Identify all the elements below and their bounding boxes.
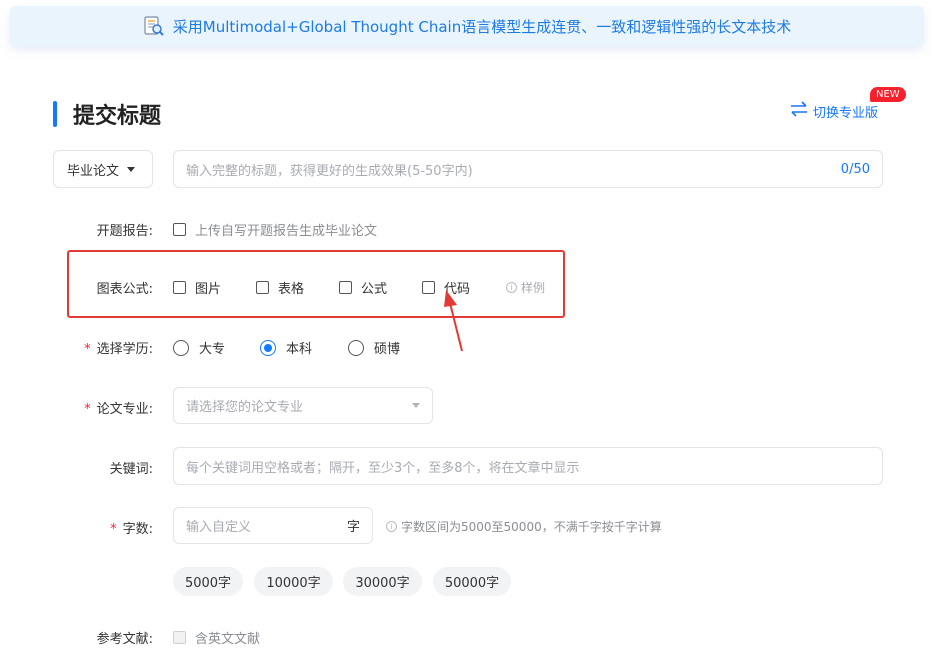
word-count-placeholder: 输入自定义 bbox=[186, 520, 252, 535]
paper-type-select[interactable]: 毕业论文 bbox=[53, 150, 153, 188]
word-count-hint-text: 字数区间为5000至50000，不满千字按千字计算 bbox=[401, 520, 662, 534]
option-image-label: 图片 bbox=[195, 282, 222, 297]
title-input[interactable]: 输入完整的标题，获得更好的生成效果(5-50字内) 0/50 bbox=[173, 150, 883, 188]
title-accent-bar bbox=[53, 101, 57, 127]
required-asterisk: * bbox=[84, 402, 91, 417]
checkbox-box[interactable] bbox=[173, 223, 186, 236]
keywords-placeholder: 每个关键词用空格或者；隔开，至少3个，至多8个，将在文章中显示 bbox=[186, 460, 580, 476]
radio-associate-label: 大专 bbox=[199, 342, 226, 357]
checkbox-box[interactable] bbox=[422, 281, 435, 294]
checkbox-box[interactable] bbox=[173, 631, 186, 644]
page-title: 提交标题 bbox=[73, 104, 162, 129]
title-char-counter: 0/50 bbox=[840, 161, 870, 177]
option-table-label: 表格 bbox=[278, 282, 305, 297]
preset-5000-chip[interactable]: 5000字 bbox=[173, 567, 243, 596]
chevron-down-icon bbox=[412, 403, 420, 408]
option-code-label: 代码 bbox=[444, 282, 471, 297]
english-refs-label: 含英文文献 bbox=[195, 632, 261, 647]
radio-bachelor-label: 本科 bbox=[286, 342, 313, 357]
radio-dot-selected[interactable] bbox=[260, 339, 276, 356]
radio-graduate-label: 硕博 bbox=[374, 342, 401, 357]
education-label: * 选择学历: bbox=[84, 342, 153, 357]
major-label: * 论文专业: bbox=[84, 402, 153, 417]
option-formula-label: 公式 bbox=[361, 282, 388, 297]
preset-30000-chip[interactable]: 30000字 bbox=[343, 567, 422, 596]
major-placeholder: 请选择您的论文专业 bbox=[186, 400, 304, 415]
keywords-input[interactable]: 每个关键词用空格或者；隔开，至少3个，至多8个，将在文章中显示 bbox=[173, 447, 883, 485]
info-icon: i bbox=[386, 521, 397, 532]
word-count-unit: 字 bbox=[346, 520, 360, 535]
word-count-hint: i 字数区间为5000至50000，不满千字按千字计算 bbox=[386, 518, 662, 535]
figures-label: 图表公式: bbox=[96, 282, 153, 297]
info-icon: i bbox=[506, 282, 517, 293]
document-search-icon bbox=[143, 15, 165, 37]
radio-associate[interactable]: 大专 bbox=[173, 338, 225, 357]
radio-dot[interactable] bbox=[348, 339, 364, 356]
word-count-label: * 字数: bbox=[110, 522, 153, 537]
option-image-checkbox[interactable]: 图片 bbox=[173, 278, 221, 297]
required-asterisk: * bbox=[110, 522, 117, 537]
section-title: 提交标题 bbox=[53, 98, 161, 130]
feature-banner: 采用Multimodal+Global Thought Chain语言模型生成连… bbox=[10, 6, 924, 46]
word-count-input[interactable]: 输入自定义 字 bbox=[173, 507, 373, 544]
switch-pro-button[interactable]: 切换专业版 bbox=[789, 101, 878, 121]
radio-dot[interactable] bbox=[173, 339, 189, 356]
swap-arrows-icon bbox=[789, 101, 809, 121]
keywords-label: 关键词: bbox=[109, 462, 153, 477]
example-link[interactable]: i 样例 bbox=[506, 279, 545, 296]
radio-graduate[interactable]: 硕博 bbox=[348, 338, 400, 357]
checkbox-box[interactable] bbox=[173, 281, 186, 294]
option-table-checkbox[interactable]: 表格 bbox=[256, 278, 304, 297]
chevron-down-icon bbox=[127, 166, 136, 172]
proposal-label: 开题报告: bbox=[96, 224, 153, 239]
references-label: 参考文献: bbox=[96, 632, 153, 647]
major-select[interactable]: 请选择您的论文专业 bbox=[173, 387, 433, 424]
paper-type-value: 毕业论文 bbox=[67, 163, 120, 179]
required-asterisk: * bbox=[84, 342, 91, 357]
switch-pro-label: 切换专业版 bbox=[813, 105, 879, 121]
preset-10000-chip[interactable]: 10000字 bbox=[254, 567, 333, 596]
proposal-option-label: 上传自写开题报告生成毕业论文 bbox=[195, 224, 378, 239]
banner-text: 采用Multimodal+Global Thought Chain语言模型生成连… bbox=[172, 17, 792, 36]
radio-bachelor[interactable]: 本科 bbox=[260, 338, 312, 357]
checkbox-box[interactable] bbox=[256, 281, 269, 294]
title-input-placeholder: 输入完整的标题，获得更好的生成效果(5-50字内) bbox=[186, 163, 473, 179]
checkbox-box[interactable] bbox=[339, 281, 352, 294]
english-refs-checkbox[interactable]: 含英文文献 bbox=[173, 628, 260, 647]
new-badge: NEW bbox=[870, 87, 906, 102]
preset-50000-chip[interactable]: 50000字 bbox=[433, 567, 511, 596]
option-formula-checkbox[interactable]: 公式 bbox=[339, 278, 387, 297]
example-label: 样例 bbox=[521, 281, 546, 295]
option-code-checkbox[interactable]: 代码 bbox=[422, 278, 470, 297]
proposal-checkbox[interactable]: 上传自写开题报告生成毕业论文 bbox=[173, 220, 377, 239]
